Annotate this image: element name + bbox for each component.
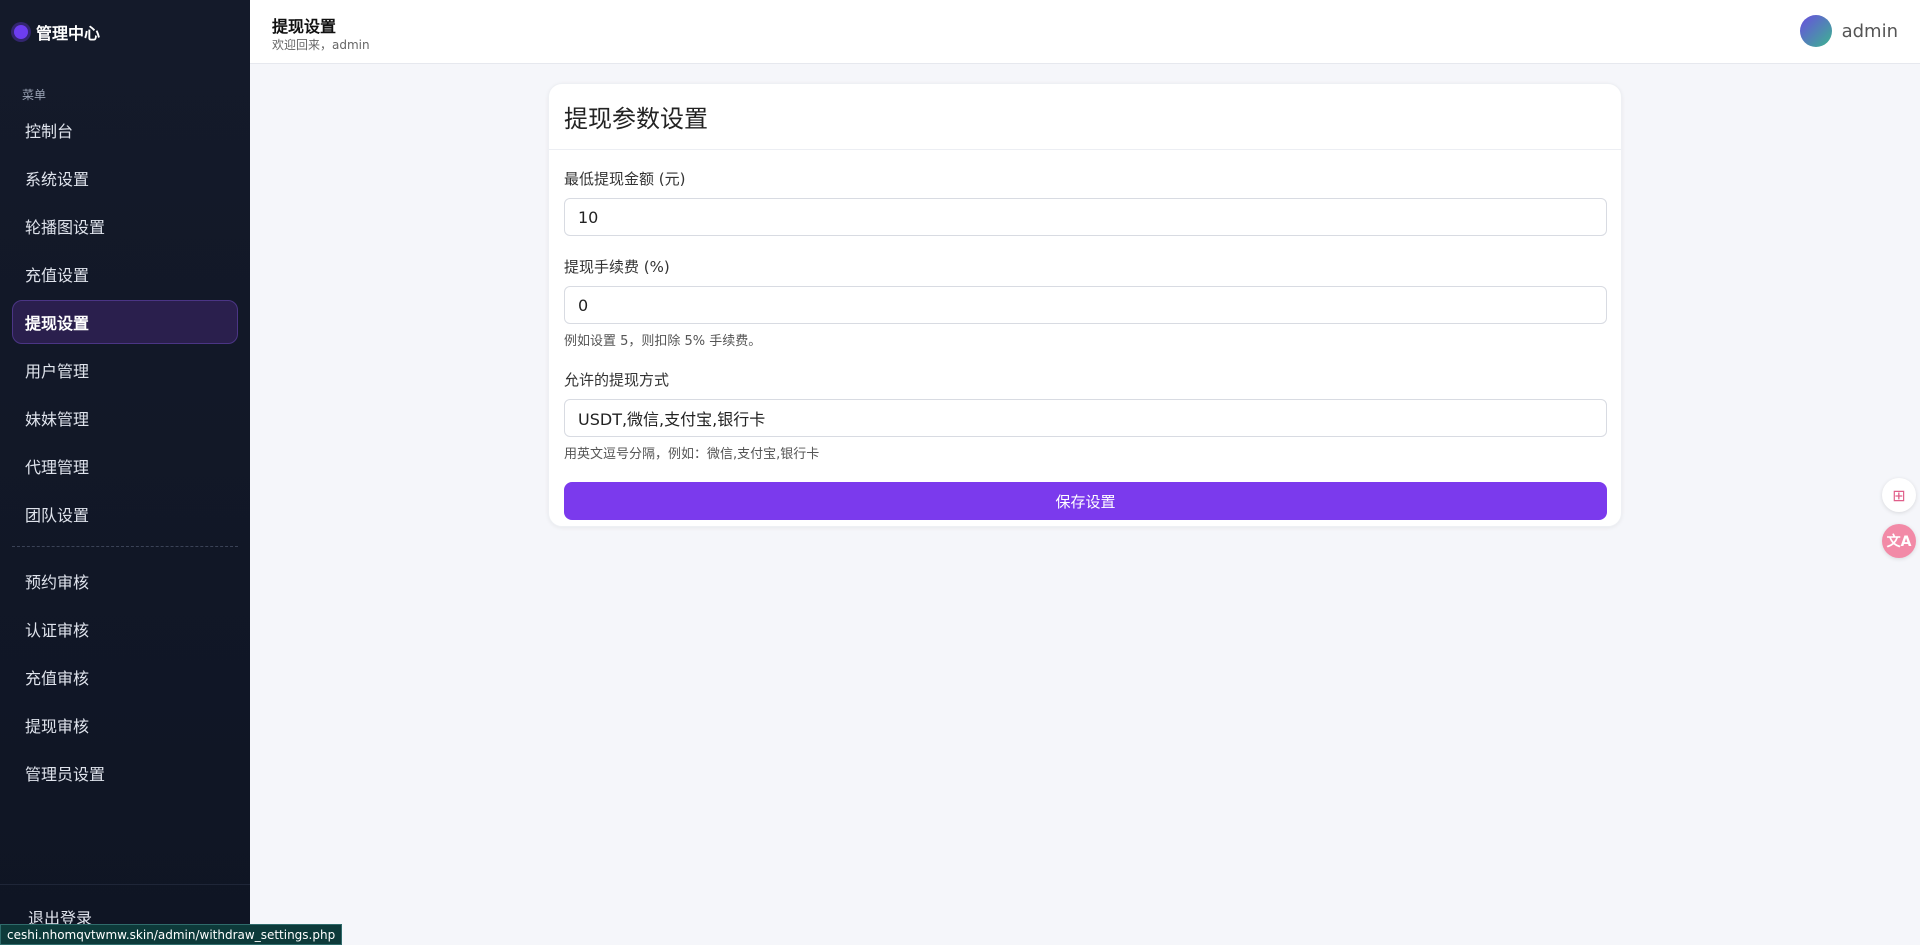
topbar: 提现设置 欢迎回来，admin admin xyxy=(250,0,1920,64)
methods-label: 允许的提现方式 xyxy=(564,371,670,389)
fee-input[interactable] xyxy=(564,286,1607,324)
sidebar-item-agent-management[interactable]: 代理管理 xyxy=(12,444,238,488)
brand-title: 管理中心 xyxy=(36,24,101,43)
sidebar-item-user-management[interactable]: 用户管理 xyxy=(12,348,238,392)
avatar[interactable] xyxy=(1799,15,1832,47)
menu-caption: 菜单 xyxy=(22,88,47,102)
sidebar-item-team-settings[interactable]: 团队设置 xyxy=(12,492,238,536)
brand-logo-icon xyxy=(14,25,28,39)
sidebar-item-withdraw-settings[interactable]: 提现设置 xyxy=(12,300,238,344)
sidebar-item-withdraw-review[interactable]: 提现审核 xyxy=(12,703,238,747)
min-amount-input[interactable] xyxy=(564,198,1607,236)
sidebar-item-system-settings[interactable]: 系统设置 xyxy=(12,156,238,200)
sidebar-item-admin-settings[interactable]: 管理员设置 xyxy=(12,751,238,795)
page-title: 提现设置 xyxy=(272,17,337,36)
sidebar-item-banner-settings[interactable]: 轮播图设置 xyxy=(12,204,238,248)
welcome-text: 欢迎回来，admin xyxy=(272,38,370,52)
sidebar-item-verification-review[interactable]: 认证审核 xyxy=(12,607,238,651)
save-button[interactable]: 保存设置 xyxy=(564,482,1607,520)
user-menu[interactable]: admin xyxy=(1799,15,1898,47)
sidebar-nav-review: 预约审核 认证审核 充值审核 提现审核 管理员设置 xyxy=(0,559,250,795)
card-title: 提现参数设置 xyxy=(549,84,1621,150)
sidebar-item-recharge-review[interactable]: 充值审核 xyxy=(12,655,238,699)
username: admin xyxy=(1841,20,1898,42)
methods-help-text: 用英文逗号分隔，例如：微信,支付宝,银行卡 xyxy=(564,447,820,462)
status-bar-url: ceshi.nhomqvtwmw.skin/admin/withdraw_set… xyxy=(0,924,343,945)
floating-toolbar: ⊞ 文A xyxy=(1878,478,1920,570)
sidebar-item-dashboard[interactable]: 控制台 xyxy=(12,108,238,152)
withdraw-settings-card: 提现参数设置 最低提现金额 (元) 提现手续费 (%) 例如设置 5，则扣除 5… xyxy=(548,83,1622,527)
sidebar-item-recharge-settings[interactable]: 充值设置 xyxy=(12,252,238,296)
methods-input[interactable] xyxy=(564,399,1607,437)
withdraw-settings-form: 最低提现金额 (元) 提现手续费 (%) 例如设置 5，则扣除 5% 手续费。 … xyxy=(549,168,1621,520)
min-amount-label: 最低提现金额 (元) xyxy=(564,170,686,188)
sidebar-divider xyxy=(12,546,238,547)
brand[interactable]: 管理中心 xyxy=(0,0,250,64)
sidebar-nav-main: 控制台 系统设置 轮播图设置 充值设置 提现设置 用户管理 妹妹管理 代理管理 … xyxy=(0,108,250,536)
logout-link[interactable]: 退出登录 xyxy=(0,884,250,929)
apps-sparkle-icon[interactable]: ⊞ xyxy=(1882,478,1916,512)
sidebar: 管理中心 菜单 控制台 系统设置 轮播图设置 充值设置 提现设置 用户管理 妹妹… xyxy=(0,0,250,945)
fee-label: 提现手续费 (%) xyxy=(564,258,670,276)
sidebar-item-booking-review[interactable]: 预约审核 xyxy=(12,559,238,603)
sidebar-item-girl-management[interactable]: 妹妹管理 xyxy=(12,396,238,440)
fee-help-text: 例如设置 5，则扣除 5% 手续费。 xyxy=(564,334,762,349)
translate-icon[interactable]: 文A xyxy=(1882,524,1916,558)
